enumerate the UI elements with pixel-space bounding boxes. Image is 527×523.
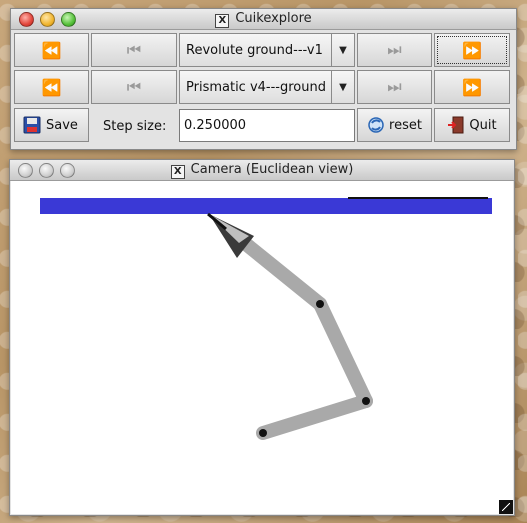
ground-link xyxy=(40,198,492,214)
mechanism-scene xyxy=(40,197,492,440)
fast-forward-icon: ⏩ xyxy=(462,40,482,60)
fast-backward-icon: ⏪ xyxy=(41,77,62,97)
cuikexplore-window: X Cuikexplore ⏪ ⏮ Revolute ground---v1 ▼ … xyxy=(10,8,517,150)
joint-select-2-value: Prismatic v4---ground xyxy=(186,79,326,95)
step-size-input[interactable] xyxy=(179,109,355,142)
window-title: X Camera (Euclidean view) xyxy=(10,162,514,179)
floppy-disk-icon xyxy=(23,116,41,134)
step-forward-icon: ⏭ xyxy=(387,40,402,59)
3d-viewport[interactable] xyxy=(11,181,513,514)
quit-button[interactable]: Quit xyxy=(434,108,510,142)
joint-1 xyxy=(316,300,324,308)
step-forward-button-2[interactable]: ⏭ xyxy=(357,70,432,104)
chevron-down-icon[interactable]: ▼ xyxy=(331,71,354,103)
fast-forward-button-2[interactable]: ⏩ xyxy=(434,70,510,104)
chevron-down-icon[interactable]: ▼ xyxy=(331,34,354,66)
save-button-label: Save xyxy=(46,117,78,133)
refresh-icon xyxy=(368,117,384,133)
step-size-label: Step size: xyxy=(103,119,167,134)
reset-button-label: reset xyxy=(389,117,422,133)
save-button[interactable]: Save xyxy=(14,108,89,142)
title-bar[interactable]: X Cuikexplore xyxy=(11,9,516,30)
fast-forward-icon: ⏩ xyxy=(462,77,482,97)
arm-link-3 xyxy=(256,394,373,440)
exit-door-icon xyxy=(448,116,464,134)
step-backward-button-2[interactable]: ⏮ xyxy=(91,70,177,104)
reset-button[interactable]: reset xyxy=(357,108,432,142)
window-title: X Cuikexplore xyxy=(11,11,516,28)
resize-grip-icon[interactable] xyxy=(499,500,513,514)
joint-select-2[interactable]: Prismatic v4---ground ▼ xyxy=(179,70,355,104)
step-forward-button[interactable]: ⏭ xyxy=(357,33,432,67)
x-logo-icon: X xyxy=(170,165,185,179)
window-title-text: Cuikexplore xyxy=(235,11,312,26)
step-backward-button[interactable]: ⏮ xyxy=(91,33,177,67)
joint-2 xyxy=(362,397,370,405)
fast-backward-button-2[interactable]: ⏪ xyxy=(14,70,89,104)
title-bar[interactable]: X Camera (Euclidean view) xyxy=(10,160,514,181)
quit-button-label: Quit xyxy=(469,117,497,133)
x-logo-icon: X xyxy=(215,14,230,28)
camera-window: X Camera (Euclidean view) xyxy=(9,159,515,516)
arm-link-2 xyxy=(313,297,373,408)
joint-select-1[interactable]: Revolute ground---v1 ▼ xyxy=(179,33,355,67)
joint-select-1-value: Revolute ground---v1 xyxy=(186,42,323,58)
fast-forward-button[interactable]: ⏩ xyxy=(434,33,510,67)
arm-link-1 xyxy=(229,229,327,311)
fast-backward-button[interactable]: ⏪ xyxy=(14,33,89,67)
joint-3 xyxy=(259,429,267,437)
step-backward-icon: ⏮ xyxy=(126,77,142,96)
fast-backward-icon: ⏪ xyxy=(41,40,62,60)
step-forward-icon: ⏭ xyxy=(387,77,402,96)
window-title-text: Camera (Euclidean view) xyxy=(190,162,354,177)
step-backward-icon: ⏮ xyxy=(126,40,142,59)
